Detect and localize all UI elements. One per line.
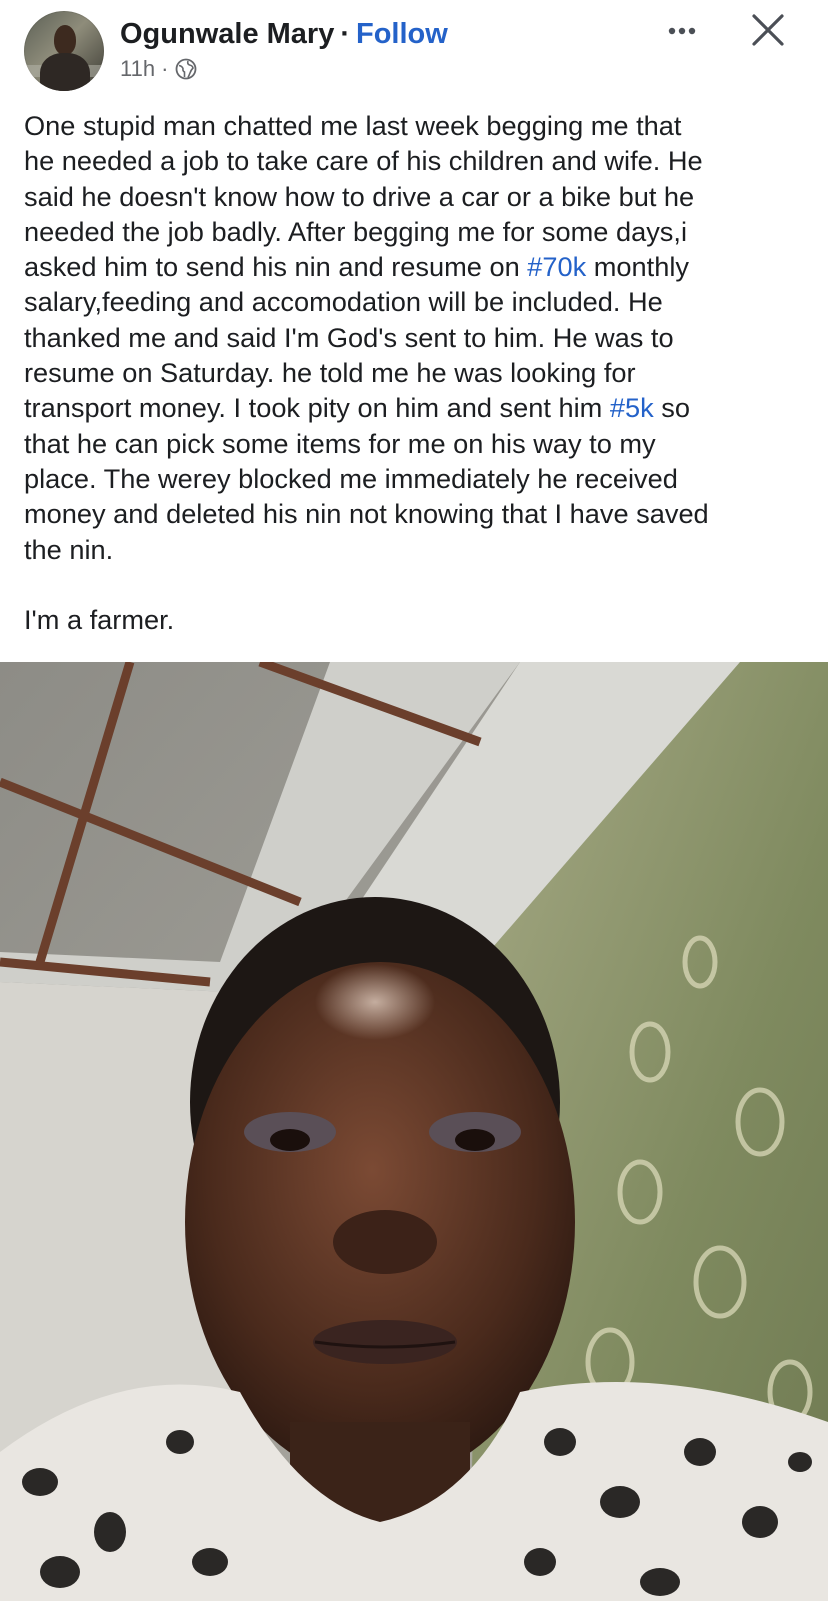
meta-separator: · <box>161 56 169 81</box>
post-header: Ogunwale Mary · Follow 11h · <box>0 0 828 100</box>
post-line-text: asked him to send his nin and resume on <box>24 251 528 283</box>
hashtag-70k[interactable]: #70k <box>527 251 586 282</box>
post-line: asked him to send his nin and resume on … <box>24 249 814 284</box>
post-line: money and deleted his nin not knowing th… <box>24 498 709 530</box>
post-line-text: monthly <box>586 251 689 283</box>
post-timestamp[interactable]: 11h <box>120 56 155 82</box>
post-line: place. The werey blocked me immediately … <box>24 462 678 494</box>
post-line: thanked me and said I'm God's sent to hi… <box>24 321 674 353</box>
post-body: One stupid man chatted me last week begg… <box>24 108 814 567</box>
post-meta: 11h · <box>120 55 198 83</box>
post-line-text: so <box>653 392 690 424</box>
post-line: he needed a job to take care of his chil… <box>24 145 703 177</box>
post-line: needed the job badly. After begging me f… <box>24 215 687 247</box>
post-line-text: transport money. I took pity on him and … <box>24 392 610 424</box>
author-row: Ogunwale Mary · Follow <box>120 14 448 54</box>
author-avatar[interactable] <box>24 11 104 91</box>
post-line: One stupid man chatted me last week begg… <box>24 110 682 141</box>
post-line: resume on Saturday. he told me he was lo… <box>24 357 636 389</box>
author-name[interactable]: Ogunwale Mary <box>120 18 334 51</box>
close-icon[interactable] <box>748 10 788 50</box>
post-closing-line: I'm a farmer. <box>24 604 175 635</box>
follow-button[interactable]: Follow <box>356 18 448 51</box>
name-separator: · <box>340 17 350 50</box>
post-line: said he doesn't know how to drive a car … <box>24 180 695 212</box>
post-page: Ogunwale Mary · Follow 11h · One stupid … <box>0 0 828 1601</box>
globe-icon <box>174 57 198 81</box>
hashtag-5k[interactable]: #5k <box>610 392 654 423</box>
post-line: transport money. I took pity on him and … <box>24 390 814 425</box>
post-line: salary,feeding and accomodation will be … <box>24 286 663 318</box>
more-options-icon[interactable] <box>664 16 704 46</box>
post-photo[interactable] <box>0 662 828 1601</box>
post-line: the nin. <box>24 533 114 565</box>
post-line: that he can pick some items for me on hi… <box>24 427 656 459</box>
